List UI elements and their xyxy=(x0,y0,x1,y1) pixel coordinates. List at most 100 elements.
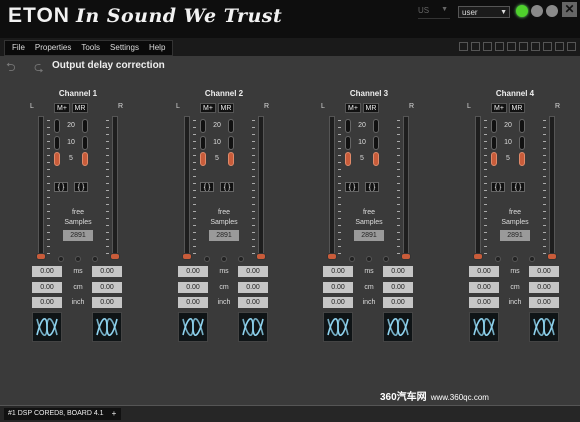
samples-value[interactable]: 2891 xyxy=(209,230,239,241)
samples-value[interactable]: 2891 xyxy=(500,230,530,241)
ms-left-value[interactable]: 0.00 xyxy=(32,266,62,277)
link-right-button[interactable]: { } xyxy=(365,182,379,192)
step-right-switch[interactable] xyxy=(373,136,379,150)
add-tab-button[interactable]: + xyxy=(107,408,121,420)
step-right-switch[interactable] xyxy=(519,119,525,133)
step-left-switch[interactable] xyxy=(491,119,497,133)
menu-help[interactable]: Help xyxy=(144,41,170,55)
link-right-button[interactable]: { } xyxy=(511,182,525,192)
left-delay-meter[interactable] xyxy=(38,116,44,258)
step-right-switch[interactable] xyxy=(82,152,88,166)
step-right-switch[interactable] xyxy=(228,152,234,166)
ms-left-value[interactable]: 0.00 xyxy=(469,266,499,277)
forward-arrow-icon[interactable]: ⮎ xyxy=(34,58,44,79)
right-delay-meter[interactable] xyxy=(549,116,555,258)
step-left-switch[interactable] xyxy=(200,119,206,133)
cm-right-value[interactable]: 0.00 xyxy=(238,282,268,293)
step-left-switch[interactable] xyxy=(491,152,497,166)
step-left-switch[interactable] xyxy=(345,119,351,133)
step-right-switch[interactable] xyxy=(228,119,234,133)
step-right-switch[interactable] xyxy=(82,136,88,150)
ms-right-value[interactable]: 0.00 xyxy=(529,266,559,277)
close-button[interactable]: ✕ xyxy=(562,2,577,17)
menu-properties[interactable]: Properties xyxy=(30,41,76,55)
left-delay-meter[interactable] xyxy=(329,116,335,258)
left-slider-knob[interactable] xyxy=(327,253,337,260)
step-left-switch[interactable] xyxy=(345,152,351,166)
toolbar-icon[interactable] xyxy=(471,42,480,51)
right-delay-meter[interactable] xyxy=(403,116,409,258)
step-right-switch[interactable] xyxy=(373,152,379,166)
cm-left-value[interactable]: 0.00 xyxy=(469,282,499,293)
right-slider-knob[interactable] xyxy=(256,253,266,260)
link-right-button[interactable]: { } xyxy=(74,182,88,192)
polarity-right-button[interactable] xyxy=(238,312,268,342)
polarity-right-button[interactable] xyxy=(383,312,413,342)
polarity-right-button[interactable] xyxy=(92,312,122,342)
toolbar-icon[interactable] xyxy=(483,42,492,51)
inch-right-value[interactable]: 0.00 xyxy=(529,297,559,308)
memory-plus-button[interactable]: M+ xyxy=(491,103,507,113)
inch-left-value[interactable]: 0.00 xyxy=(178,297,208,308)
step-right-switch[interactable] xyxy=(519,136,525,150)
right-slider-knob[interactable] xyxy=(110,253,120,260)
polarity-left-button[interactable] xyxy=(32,312,62,342)
ms-right-value[interactable]: 0.00 xyxy=(92,266,122,277)
toolbar-icon[interactable] xyxy=(507,42,516,51)
polarity-right-button[interactable] xyxy=(529,312,559,342)
cm-left-value[interactable]: 0.00 xyxy=(178,282,208,293)
cm-right-value[interactable]: 0.00 xyxy=(92,282,122,293)
link-right-button[interactable]: { } xyxy=(220,182,234,192)
menu-settings[interactable]: Settings xyxy=(105,41,144,55)
memory-recall-button[interactable]: MR xyxy=(509,103,525,113)
menu-tools[interactable]: Tools xyxy=(76,41,105,55)
toolbar-icon[interactable] xyxy=(543,42,552,51)
inch-right-value[interactable]: 0.00 xyxy=(92,297,122,308)
cm-right-value[interactable]: 0.00 xyxy=(529,282,559,293)
inch-right-value[interactable]: 0.00 xyxy=(383,297,413,308)
step-left-switch[interactable] xyxy=(345,136,351,150)
step-right-switch[interactable] xyxy=(373,119,379,133)
toolbar-icon[interactable] xyxy=(531,42,540,51)
link-left-button[interactable]: { } xyxy=(491,182,505,192)
toolbar-icon[interactable] xyxy=(495,42,504,51)
step-left-switch[interactable] xyxy=(491,136,497,150)
back-arrow-icon[interactable]: ⮌ xyxy=(6,58,16,79)
toolbar-icon[interactable] xyxy=(555,42,564,51)
inch-left-value[interactable]: 0.00 xyxy=(323,297,353,308)
toolbar-icon[interactable] xyxy=(459,42,468,51)
memory-recall-button[interactable]: MR xyxy=(72,103,88,113)
device-tab[interactable]: #1 DSP CORED8, BOARD 4.1 xyxy=(4,408,108,420)
step-left-switch[interactable] xyxy=(54,136,60,150)
polarity-left-button[interactable] xyxy=(469,312,499,342)
ms-left-value[interactable]: 0.00 xyxy=(323,266,353,277)
samples-value[interactable]: 2891 xyxy=(63,230,93,241)
cm-left-value[interactable]: 0.00 xyxy=(323,282,353,293)
user-select[interactable]: user ▼ xyxy=(458,6,510,18)
inch-right-value[interactable]: 0.00 xyxy=(238,297,268,308)
step-right-switch[interactable] xyxy=(519,152,525,166)
step-left-switch[interactable] xyxy=(200,152,206,166)
inch-left-value[interactable]: 0.00 xyxy=(469,297,499,308)
memory-plus-button[interactable]: M+ xyxy=(200,103,216,113)
samples-value[interactable]: 2891 xyxy=(354,230,384,241)
inch-left-value[interactable]: 0.00 xyxy=(32,297,62,308)
left-slider-knob[interactable] xyxy=(473,253,483,260)
memory-recall-button[interactable]: MR xyxy=(218,103,234,113)
right-delay-meter[interactable] xyxy=(112,116,118,258)
left-slider-knob[interactable] xyxy=(182,253,192,260)
left-delay-meter[interactable] xyxy=(184,116,190,258)
ms-right-value[interactable]: 0.00 xyxy=(383,266,413,277)
right-slider-knob[interactable] xyxy=(401,253,411,260)
language-select[interactable]: US ▼ xyxy=(418,6,450,19)
polarity-left-button[interactable] xyxy=(178,312,208,342)
link-left-button[interactable]: { } xyxy=(54,182,68,192)
step-right-switch[interactable] xyxy=(82,119,88,133)
memory-plus-button[interactable]: M+ xyxy=(54,103,70,113)
ms-left-value[interactable]: 0.00 xyxy=(178,266,208,277)
step-left-switch[interactable] xyxy=(54,152,60,166)
link-left-button[interactable]: { } xyxy=(345,182,359,192)
right-slider-knob[interactable] xyxy=(547,253,557,260)
menu-file[interactable]: File xyxy=(7,41,30,55)
toolbar-icon[interactable] xyxy=(567,42,576,51)
